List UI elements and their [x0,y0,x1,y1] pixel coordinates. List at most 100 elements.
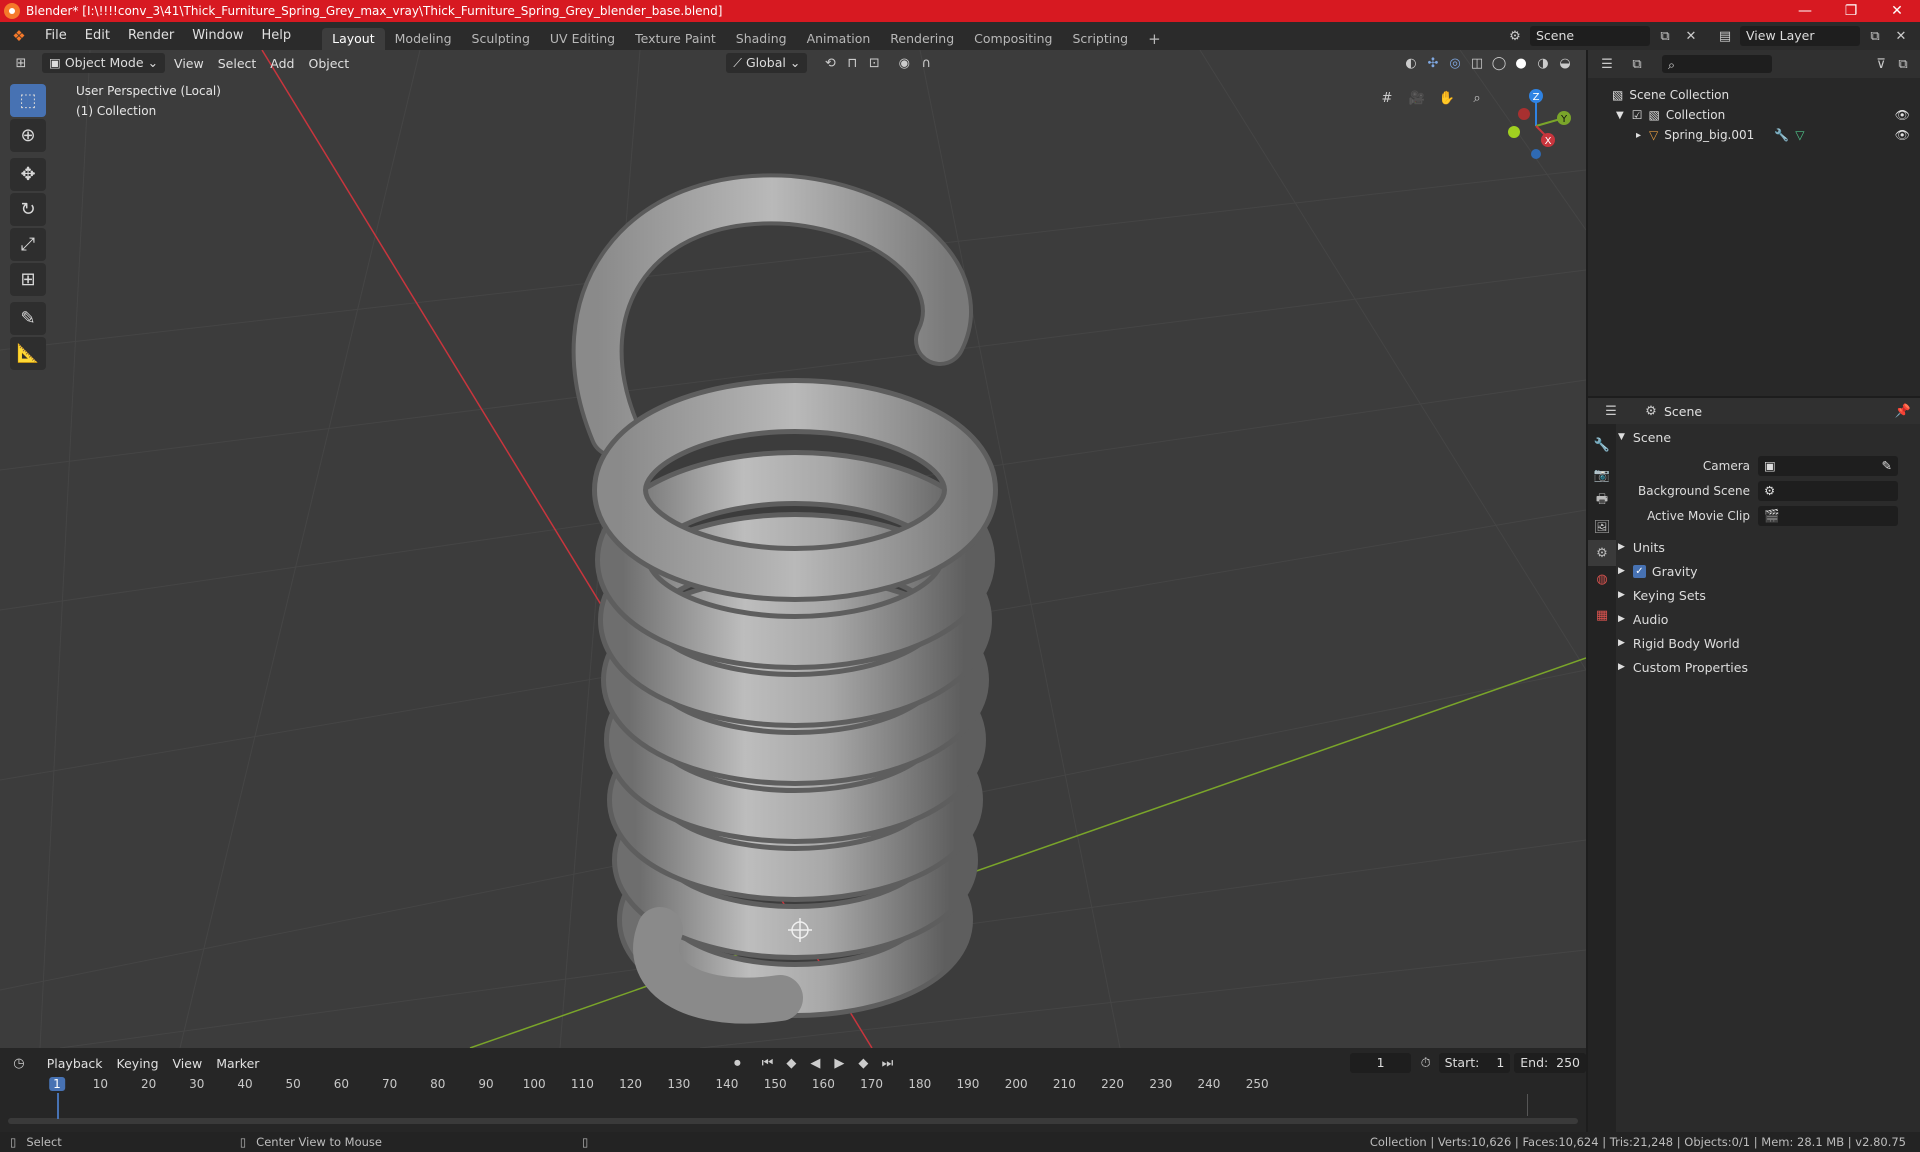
scale-tool[interactable]: ⤢ [10,228,46,261]
custom-properties-section-header[interactable]: ▶ Custom Properties [1618,656,1918,678]
editor-type-icon[interactable]: ◷ [10,1053,28,1073]
snap-target-icon[interactable]: ⊡ [863,53,885,73]
wireframe-shading-icon[interactable]: ◯ [1488,53,1510,73]
jump-start-icon[interactable]: ⏮ [756,1053,778,1073]
tab-shading[interactable]: Shading [726,28,797,50]
rigid-body-world-section-header[interactable]: ▶ Rigid Body World [1618,632,1918,654]
audio-section-header[interactable]: ▶ Audio [1618,608,1918,630]
gravity-section-header[interactable]: ▶ ✓ Gravity [1618,560,1918,582]
add-workspace-icon[interactable]: + [1138,28,1171,50]
gizmo-toggle-icon[interactable]: ✣ [1422,53,1444,73]
play-reverse-icon[interactable]: ◀ [804,1053,826,1073]
visibility-eye-icon[interactable]: 👁 [1895,108,1910,122]
snap-icon[interactable]: ⊓ [841,53,863,73]
outliner-row-object[interactable]: ▸ ▽ Spring_big.001 🔧 ▽ 👁 [1588,125,1920,145]
background-scene-field[interactable]: ⚙ [1758,481,1898,501]
view-layer-icon[interactable]: ▤ [1714,26,1736,46]
tab-layout[interactable]: Layout [322,28,385,50]
menu-window[interactable]: Window [183,25,252,47]
expand-arrow-icon[interactable]: ▼ [1616,110,1624,121]
timeline-menu-marker[interactable]: Marker [209,1056,266,1071]
tab-view-layer-icon[interactable]: 🖼 [1588,514,1616,540]
pan-view-icon[interactable]: ✋ [1436,88,1458,108]
jump-end-icon[interactable]: ⏭ [876,1053,898,1073]
spring-object[interactable] [571,173,998,1024]
current-frame-field[interactable]: 1 [1350,1053,1411,1073]
keying-sets-section-header[interactable]: ▶ Keying Sets [1618,584,1918,606]
visibility-eye-icon[interactable]: 👁 [1895,128,1910,142]
timeline-menu-view[interactable]: View [166,1056,210,1071]
play-icon[interactable]: ▶ [828,1053,850,1073]
exclude-checkbox-icon[interactable]: ☑ [1632,108,1643,122]
outliner-row-collection[interactable]: ▼ ☑ ▧ Collection 👁 [1588,105,1920,125]
tab-texture-icon[interactable]: ▦ [1588,602,1616,628]
tab-modeling[interactable]: Modeling [385,28,462,50]
outliner-row-scene-collection[interactable]: ▧ Scene Collection [1588,85,1920,105]
transform-orientation-dropdown[interactable]: ⟋ Global ⌄ [726,53,808,73]
next-keyframe-icon[interactable]: ◆ [852,1053,874,1073]
display-mode-icon[interactable]: ⧉ [1626,54,1648,74]
delete-scene-icon[interactable]: ✕ [1680,26,1702,46]
delete-view-layer-icon[interactable]: ✕ [1890,26,1912,46]
scene-section-header[interactable]: ▼ Scene [1618,426,1918,448]
move-tool[interactable]: ✥ [10,158,46,191]
pivot-icon[interactable]: ⟲ [819,53,841,73]
viewport-menu-view[interactable]: View [167,56,211,71]
zoom-view-icon[interactable]: ⌕ [1466,88,1488,108]
tab-tool-icon[interactable]: 🔧 [1588,432,1616,458]
tab-scene-icon[interactable]: ⚙ [1588,540,1616,566]
stopwatch-icon[interactable]: ⏱ [1417,1053,1435,1073]
transform-tool[interactable]: ⊞ [10,263,46,296]
eyedropper-icon[interactable]: ✎ [1882,456,1892,476]
viewport-menu-object[interactable]: Object [301,56,356,71]
scene-icon[interactable]: ⚙ [1504,26,1526,46]
mesh-data-icon[interactable]: ▽ [1795,128,1804,142]
toggle-grid-icon[interactable]: # [1376,88,1398,108]
viewport-menu-select[interactable]: Select [211,56,264,71]
camera-field[interactable]: ▣ ✎ [1758,456,1898,476]
camera-view-icon[interactable]: 🎥 [1406,88,1428,108]
new-collection-icon[interactable]: ⧉ [1892,54,1914,74]
cursor-tool[interactable]: ⊕ [10,119,46,152]
new-scene-icon[interactable]: ⧉ [1654,26,1676,46]
start-frame-field[interactable]: Start: 1 [1438,1053,1511,1073]
axis-gizmo[interactable]: Z Y X [1496,86,1586,166]
material-shading-icon[interactable]: ◑ [1532,53,1554,73]
falloff-icon[interactable]: ∩ [915,53,937,73]
editor-type-icon[interactable]: ☰ [1600,401,1622,421]
tab-texture-paint[interactable]: Texture Paint [625,28,726,50]
gravity-checkbox[interactable]: ✓ [1632,564,1646,578]
units-section-header[interactable]: ▶ Units [1618,536,1918,558]
tab-world-icon[interactable]: ◍ [1588,566,1616,592]
maximize-button[interactable]: ❐ [1828,3,1874,19]
tab-scripting[interactable]: Scripting [1063,28,1139,50]
menu-render[interactable]: Render [119,25,183,47]
mode-dropdown[interactable]: ▣ Object Mode ⌄ [42,53,166,73]
rendered-shading-icon[interactable]: ◒ [1554,53,1576,73]
minimize-button[interactable]: — [1782,3,1828,19]
pin-icon[interactable]: 📌 [1892,401,1914,421]
timeline-menu-keying[interactable]: Keying [110,1056,166,1071]
menu-help[interactable]: Help [253,25,301,47]
record-icon[interactable]: ⏺ [726,1053,748,1073]
modifier-wrench-icon[interactable]: 🔧 [1774,128,1789,142]
viewport-menu-add[interactable]: Add [263,56,301,71]
end-frame-field[interactable]: End: 250 [1514,1053,1586,1073]
filter-icon[interactable]: ⊽ [1870,54,1892,74]
xray-icon[interactable]: ◫ [1466,53,1488,73]
visibility-icon[interactable]: ◐ [1400,53,1422,73]
overlay-toggle-icon[interactable]: ◎ [1444,53,1466,73]
solid-shading-icon[interactable]: ● [1510,53,1532,73]
menu-edit[interactable]: Edit [76,25,119,47]
tab-animation[interactable]: Animation [797,28,881,50]
menu-file[interactable]: File [36,25,76,47]
editor-type-icon[interactable]: ☰ [1596,54,1618,74]
tab-output-icon[interactable]: 🖶 [1588,488,1616,514]
proportional-edit-icon[interactable]: ◉ [893,53,915,73]
tab-sculpting[interactable]: Sculpting [462,28,540,50]
measure-tool[interactable]: 📐 [10,337,46,370]
expand-arrow-icon[interactable]: ▸ [1636,130,1641,141]
active-movie-clip-field[interactable]: 🎬 [1758,506,1898,526]
scene-field[interactable]: Scene [1530,26,1650,46]
timeline-scrollbar[interactable] [8,1118,1578,1124]
